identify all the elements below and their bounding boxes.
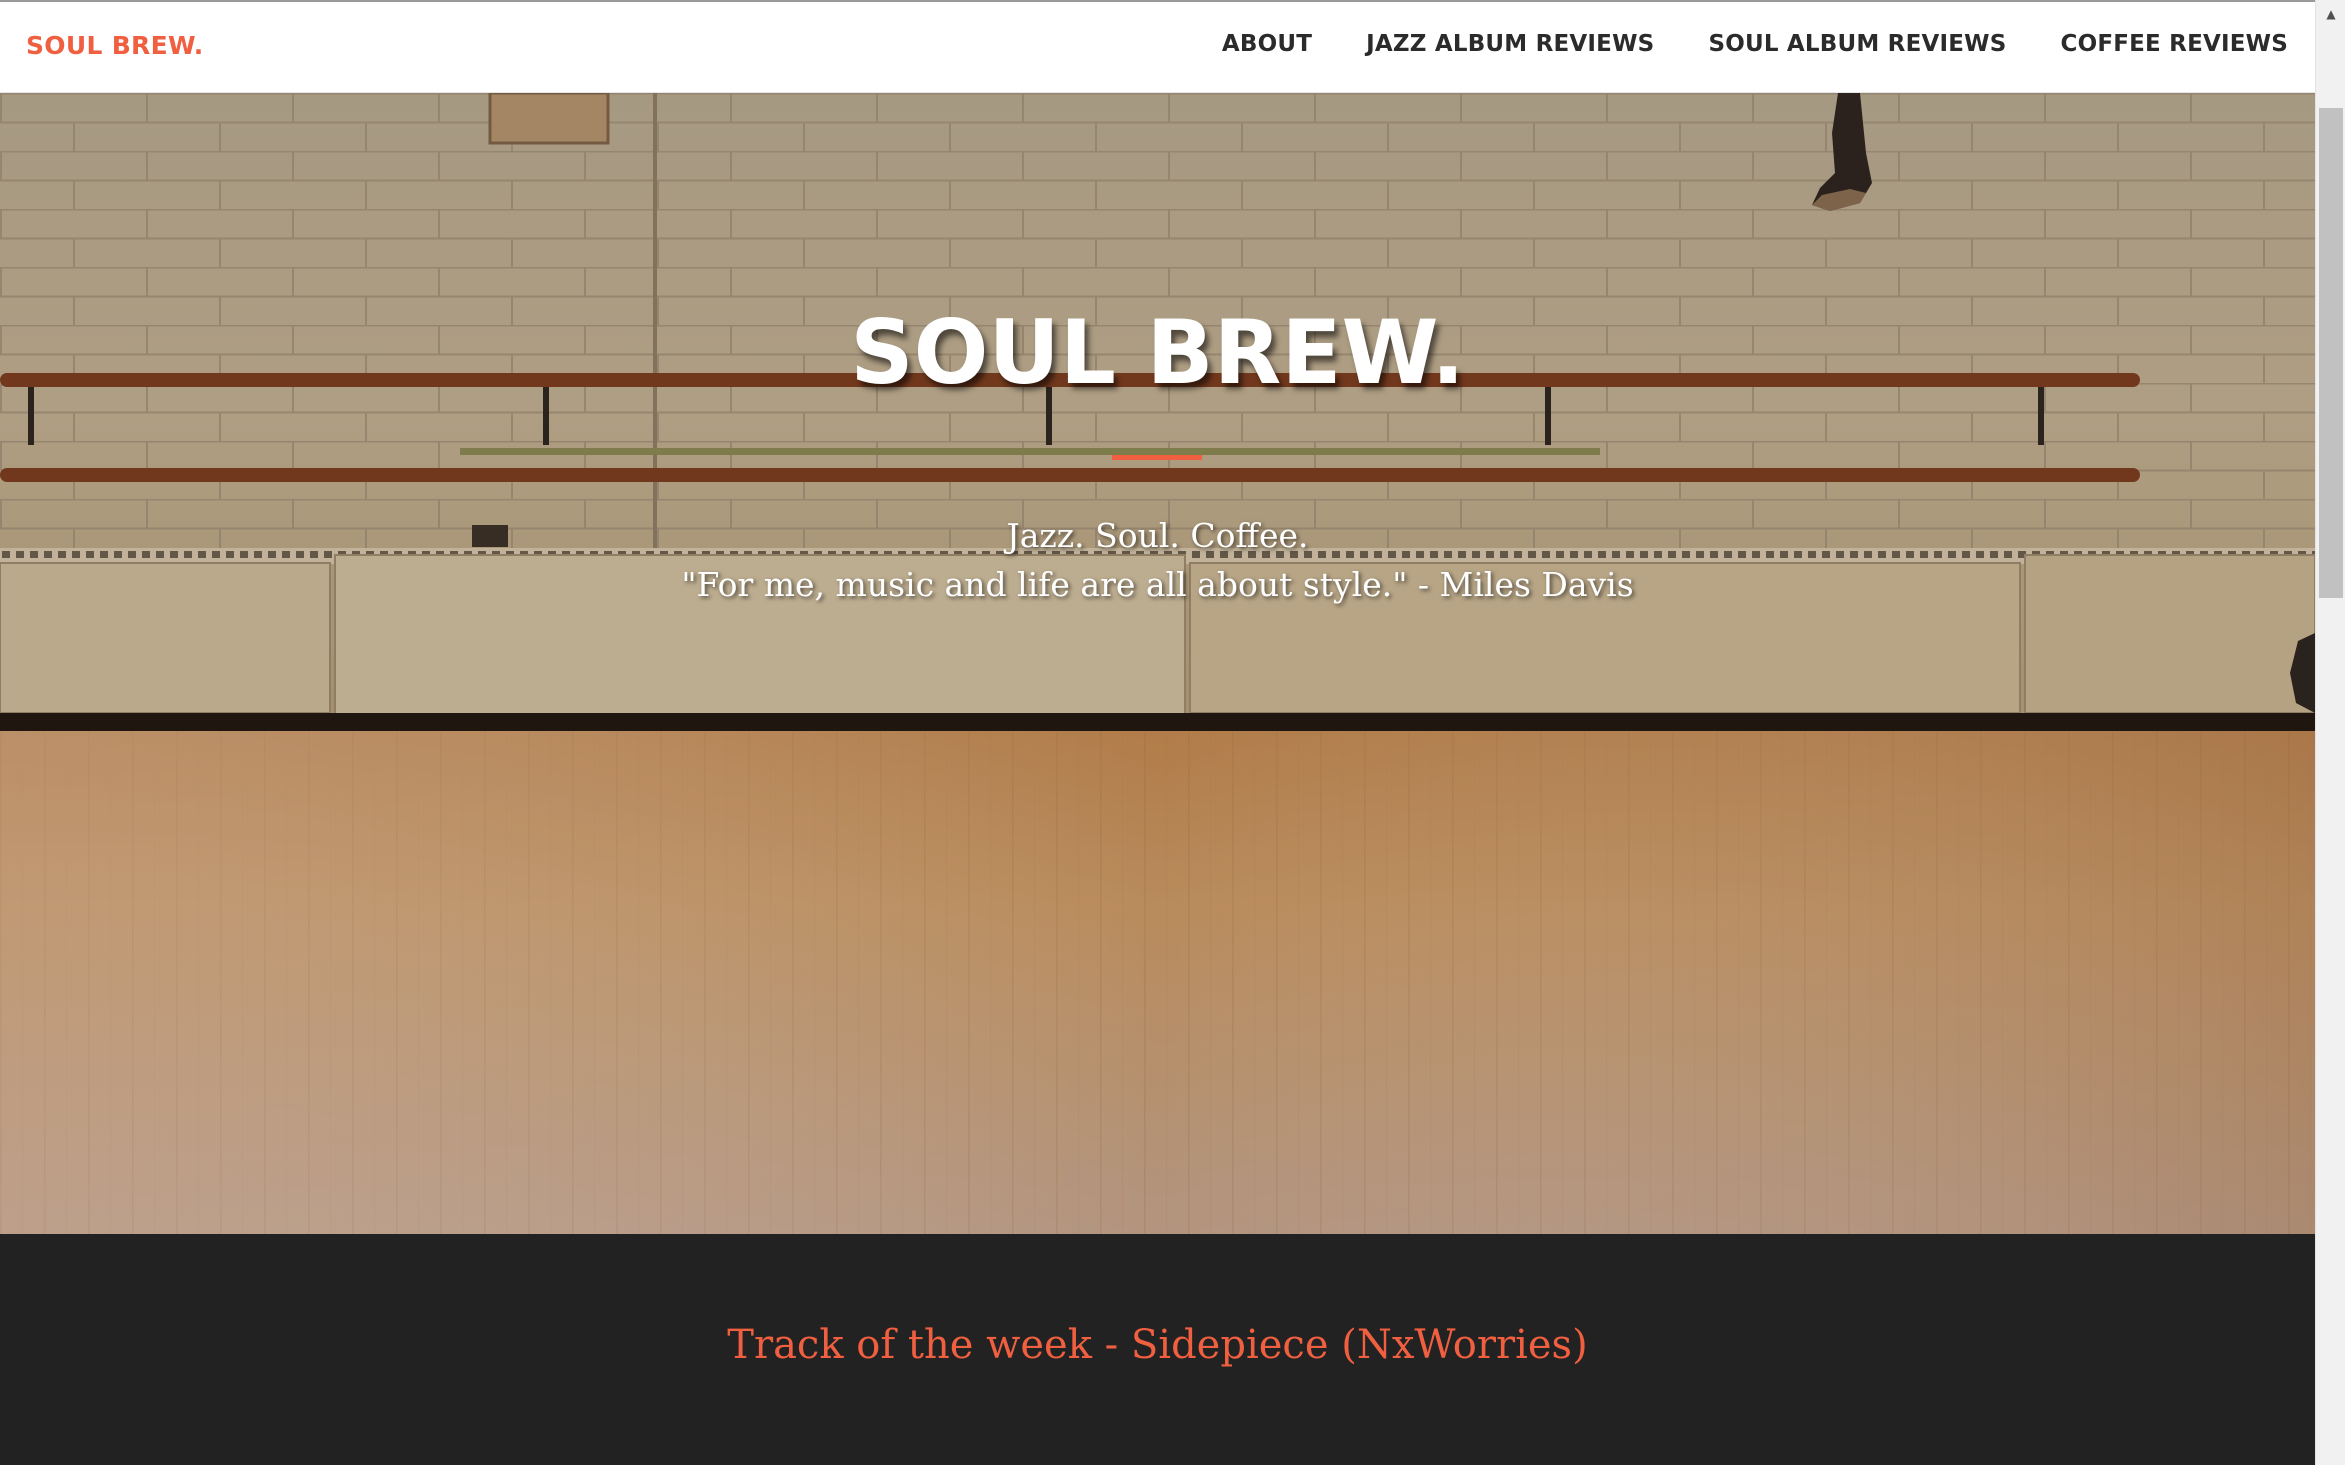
page-scrollbar[interactable]: ▲: [2315, 0, 2345, 1465]
hero-tagline-quote: "For me, music and life are all about st…: [681, 565, 1634, 604]
track-of-the-week-heading: Track of the week - Sidepiece (NxWorries…: [727, 1322, 1588, 1368]
hero-overlay: [0, 93, 2315, 1234]
nav-links: ABOUT JAZZ ALBUM REVIEWS SOUL ALBUM REVI…: [1222, 31, 2288, 57]
nav-link-coffee-reviews[interactable]: COFFEE REVIEWS: [2060, 31, 2288, 57]
nav-link-soul-album-reviews[interactable]: SOUL ALBUM REVIEWS: [1708, 31, 2006, 57]
hero-tagline-line-1: Jazz. Soul. Coffee.: [1006, 516, 1309, 555]
brand-logo-link[interactable]: SOUL BREW.: [26, 31, 204, 60]
page: SOUL BREW. ABOUT JAZZ ALBUM REVIEWS SOUL…: [0, 0, 2345, 1465]
nav-item-coffee-reviews: COFFEE REVIEWS: [2060, 31, 2288, 57]
top-navbar: SOUL BREW. ABOUT JAZZ ALBUM REVIEWS SOUL…: [0, 0, 2315, 93]
hero-divider: [1112, 455, 1202, 460]
scroll-up-arrow-icon[interactable]: ▲: [2316, 0, 2345, 28]
nav-link-about[interactable]: ABOUT: [1222, 31, 1312, 57]
nav-link-jazz-album-reviews[interactable]: JAZZ ALBUM REVIEWS: [1366, 31, 1654, 57]
nav-item-soul-album-reviews: SOUL ALBUM REVIEWS: [1708, 31, 2006, 57]
nav-item-jazz-album-reviews: JAZZ ALBUM REVIEWS: [1366, 31, 1654, 57]
hero-section: SOUL BREW. Jazz. Soul. Coffee. "For me, …: [0, 93, 2315, 1234]
scrollbar-thumb[interactable]: [2319, 108, 2343, 598]
nav-item-about: ABOUT: [1222, 31, 1312, 57]
hero-tagline: Jazz. Soul. Coffee. "For me, music and l…: [0, 511, 2315, 609]
track-of-the-week-section: Track of the week - Sidepiece (NxWorries…: [0, 1234, 2315, 1465]
hero-title: SOUL BREW.: [850, 301, 1465, 404]
